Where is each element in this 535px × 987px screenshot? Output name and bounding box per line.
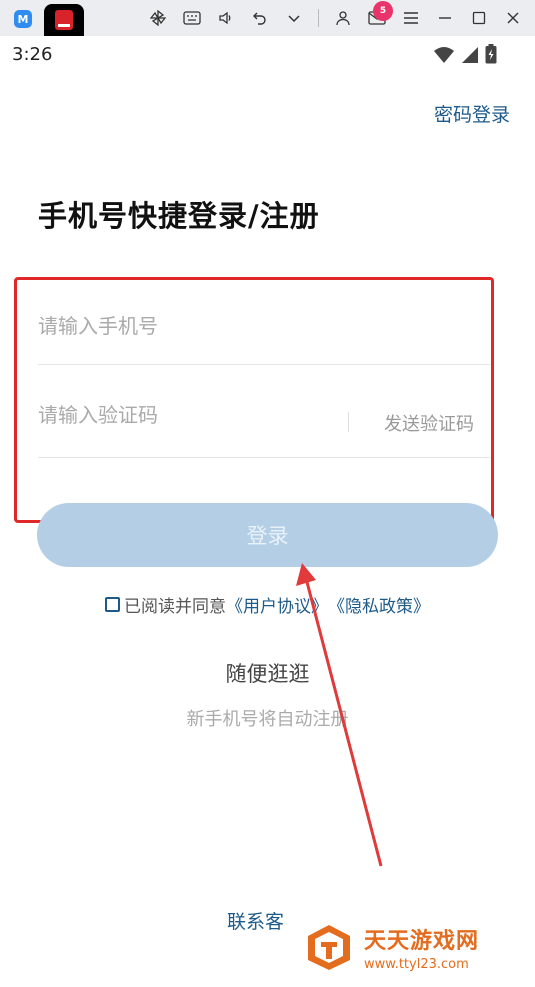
wifi-icon (433, 46, 455, 68)
emulator-logo-icon: M (14, 10, 32, 28)
watermark-text: 天天游戏网 www.ttyl23.com (364, 923, 479, 972)
agreement-prefix: 已阅读并同意 (124, 597, 226, 617)
emulator-toolbar: M 5 (0, 0, 535, 36)
user-icon[interactable] (333, 8, 353, 28)
contact-service-link[interactable]: 联系客 (227, 907, 284, 934)
close-icon[interactable] (503, 8, 523, 28)
status-icons (433, 44, 497, 68)
menu-icon[interactable] (401, 8, 421, 28)
minimize-icon[interactable] (435, 8, 455, 28)
page-title: 手机号快捷登录/注册 (38, 199, 320, 233)
undo-icon[interactable] (250, 8, 270, 28)
mail-badge: 5 (373, 1, 393, 21)
send-code-button[interactable]: 发送验证码 (384, 410, 474, 436)
password-login-link[interactable]: 密码登录 (434, 100, 510, 127)
watermark-title: 天天游戏网 (364, 928, 480, 954)
maximize-icon[interactable] (469, 8, 489, 28)
annotation-arrow (296, 563, 383, 867)
status-bar: 3:26 (0, 36, 535, 72)
app-tab[interactable] (44, 4, 84, 36)
chevron-down-icon[interactable] (284, 8, 304, 28)
emulator-tools: 5 (148, 0, 523, 36)
agreement-checkbox[interactable] (105, 597, 120, 612)
auto-register-note: 新手机号将自动注册 (186, 709, 349, 730)
pinwheel-icon[interactable] (148, 8, 168, 28)
watermark-logo-icon (308, 925, 350, 970)
mail-icon[interactable]: 5 (367, 1, 393, 28)
app-icon (55, 10, 73, 30)
agreement-row: 已阅读并同意 《用户协议》 《隐私政策》 (105, 592, 430, 617)
privacy-policy-link[interactable]: 《隐私政策》 (328, 592, 430, 617)
browse-link: 随便逛逛 (0, 658, 535, 688)
status-time: 3:26 (12, 44, 53, 65)
toolbar-divider (318, 9, 319, 27)
phone-input[interactable] (38, 314, 318, 338)
watermark: 天天游戏网 www.ttyl23.com (288, 907, 535, 987)
battery-charging-icon (485, 44, 497, 68)
keyboard-icon[interactable] (182, 8, 202, 28)
login-button[interactable]: 登录 (37, 503, 498, 567)
phone-field (38, 300, 490, 365)
verification-code-field: 发送验证码 (38, 390, 490, 458)
user-agreement-link[interactable]: 《用户协议》 (226, 592, 328, 617)
watermark-url: www.ttyl23.com (364, 956, 469, 972)
emulator-home-tab[interactable]: M (6, 5, 40, 33)
volume-icon[interactable] (216, 8, 236, 28)
signal-icon (461, 46, 479, 68)
field-divider (348, 412, 349, 432)
verification-code-input[interactable] (38, 403, 318, 427)
browse-label[interactable]: 随便逛逛 (226, 662, 310, 686)
